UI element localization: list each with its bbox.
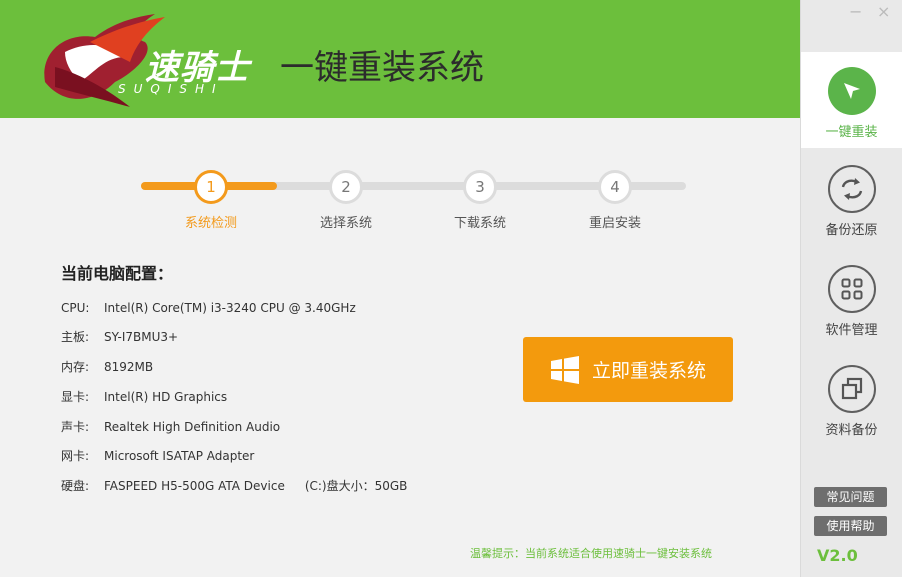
tip-text: 温馨提示：当前系统适合使用速骑士一键安装系统 — [470, 547, 712, 560]
windows-icon — [550, 355, 579, 384]
sidebar-item-label: 一键重装 — [825, 125, 878, 140]
main-panel: 1 系统检测 2 选择系统 3 下载系统 4 重启安装 当前电脑配置： CPU:… — [0, 118, 800, 577]
spec-key: CPU: — [61, 301, 90, 315]
spec-value: SY-I7BMU3+ — [104, 330, 179, 344]
spec-value: Intel(R) HD Graphics — [104, 390, 228, 404]
install-now-button[interactable]: 立即重装系统 — [523, 337, 733, 402]
step-3-label: 下载系统 — [453, 216, 506, 231]
step-4: 4 重启安装 — [570, 170, 660, 231]
sidebar-item-software[interactable]: 软件管理 — [801, 250, 902, 346]
sidebar-item-data-backup[interactable]: 资料备份 — [801, 350, 902, 446]
refresh-icon — [827, 165, 876, 213]
spec-key: 显卡: — [61, 390, 90, 404]
step-progress: 1 系统检测 2 选择系统 3 下载系统 4 重启安装 — [141, 170, 686, 231]
step-4-label: 重启安装 — [588, 216, 641, 231]
specs-title: 当前电脑配置： — [61, 264, 174, 283]
install-now-label: 立即重装系统 — [591, 360, 706, 382]
sidebar-item-label: 备份还原 — [825, 223, 878, 238]
spec-key: 声卡: — [61, 420, 90, 434]
grid-icon — [827, 265, 876, 313]
step-2-label: 选择系统 — [319, 216, 372, 231]
spec-key: 网卡: — [61, 449, 90, 463]
disk-size: (C:)盘大小：50GB — [304, 479, 408, 493]
logo-subtext: SUQISHI — [118, 82, 224, 96]
spec-key: 内存: — [61, 360, 90, 374]
spec-row-cpu: CPU: Intel(R) Core(TM) i3-3240 CPU @ 3.40… — [61, 299, 356, 317]
spec-row-audio: 声卡: Realtek High Definition Audio — [61, 418, 280, 436]
spec-row-graphics: 显卡: Intel(R) HD Graphics — [61, 388, 227, 406]
spec-value: 8192MB — [104, 360, 154, 374]
step-2: 2 选择系统 — [301, 170, 391, 231]
step-4-number: 4 — [598, 170, 632, 204]
sidebar-item-label: 软件管理 — [825, 323, 878, 338]
spec-value: FASPEED H5-500G ATA Device — [104, 479, 285, 493]
step-1: 1 系统检测 — [166, 170, 256, 231]
sidebar-item-label: 资料备份 — [825, 423, 878, 438]
spec-value: Realtek High Definition Audio — [104, 420, 281, 434]
step-1-label: 系统检测 — [184, 216, 237, 231]
sidebar-item-backup-restore[interactable]: 备份还原 — [801, 150, 902, 246]
sidebar: − × 一键重装 备份还原 软件管理 资料备份 常见问题 使用帮助 V2.0 — [800, 0, 902, 577]
step-1-number: 1 — [194, 170, 228, 204]
minimize-button[interactable]: − — [849, 2, 862, 21]
spec-key: 硬盘: — [61, 479, 90, 493]
faq-button[interactable]: 常见问题 — [814, 487, 887, 507]
cursor-arrow-icon — [827, 67, 876, 115]
app-window: 速骑士 SUQISHI 一键重装系统 1 系统检测 2 选择系统 3 下载系统 … — [0, 0, 902, 577]
version-label: V2.0 — [817, 546, 858, 565]
header-bar: 速骑士 SUQISHI 一键重装系统 — [0, 0, 800, 118]
app-title: 一键重装系统 — [280, 48, 484, 88]
step-2-number: 2 — [329, 170, 363, 204]
spec-value: Intel(R) Core(TM) i3-3240 CPU @ 3.40GHz — [104, 301, 356, 315]
spec-row-disk: 硬盘: FASPEED H5-500G ATA Device (C:)盘大小：50G… — [61, 477, 407, 495]
sidebar-item-reinstall[interactable]: 一键重装 — [801, 52, 902, 148]
spec-value: Microsoft ISATAP Adapter — [104, 449, 255, 463]
close-button[interactable]: × — [877, 2, 890, 21]
spec-row-motherboard: 主板: SY-I7BMU3+ — [61, 328, 178, 346]
copy-icon — [827, 365, 876, 413]
step-3-number: 3 — [463, 170, 497, 204]
help-button[interactable]: 使用帮助 — [814, 516, 887, 536]
step-3: 3 下载系统 — [435, 170, 525, 231]
spec-row-memory: 内存: 8192MB — [61, 358, 153, 376]
spec-row-network: 网卡: Microsoft ISATAP Adapter — [61, 447, 254, 465]
spec-key: 主板: — [61, 330, 90, 344]
